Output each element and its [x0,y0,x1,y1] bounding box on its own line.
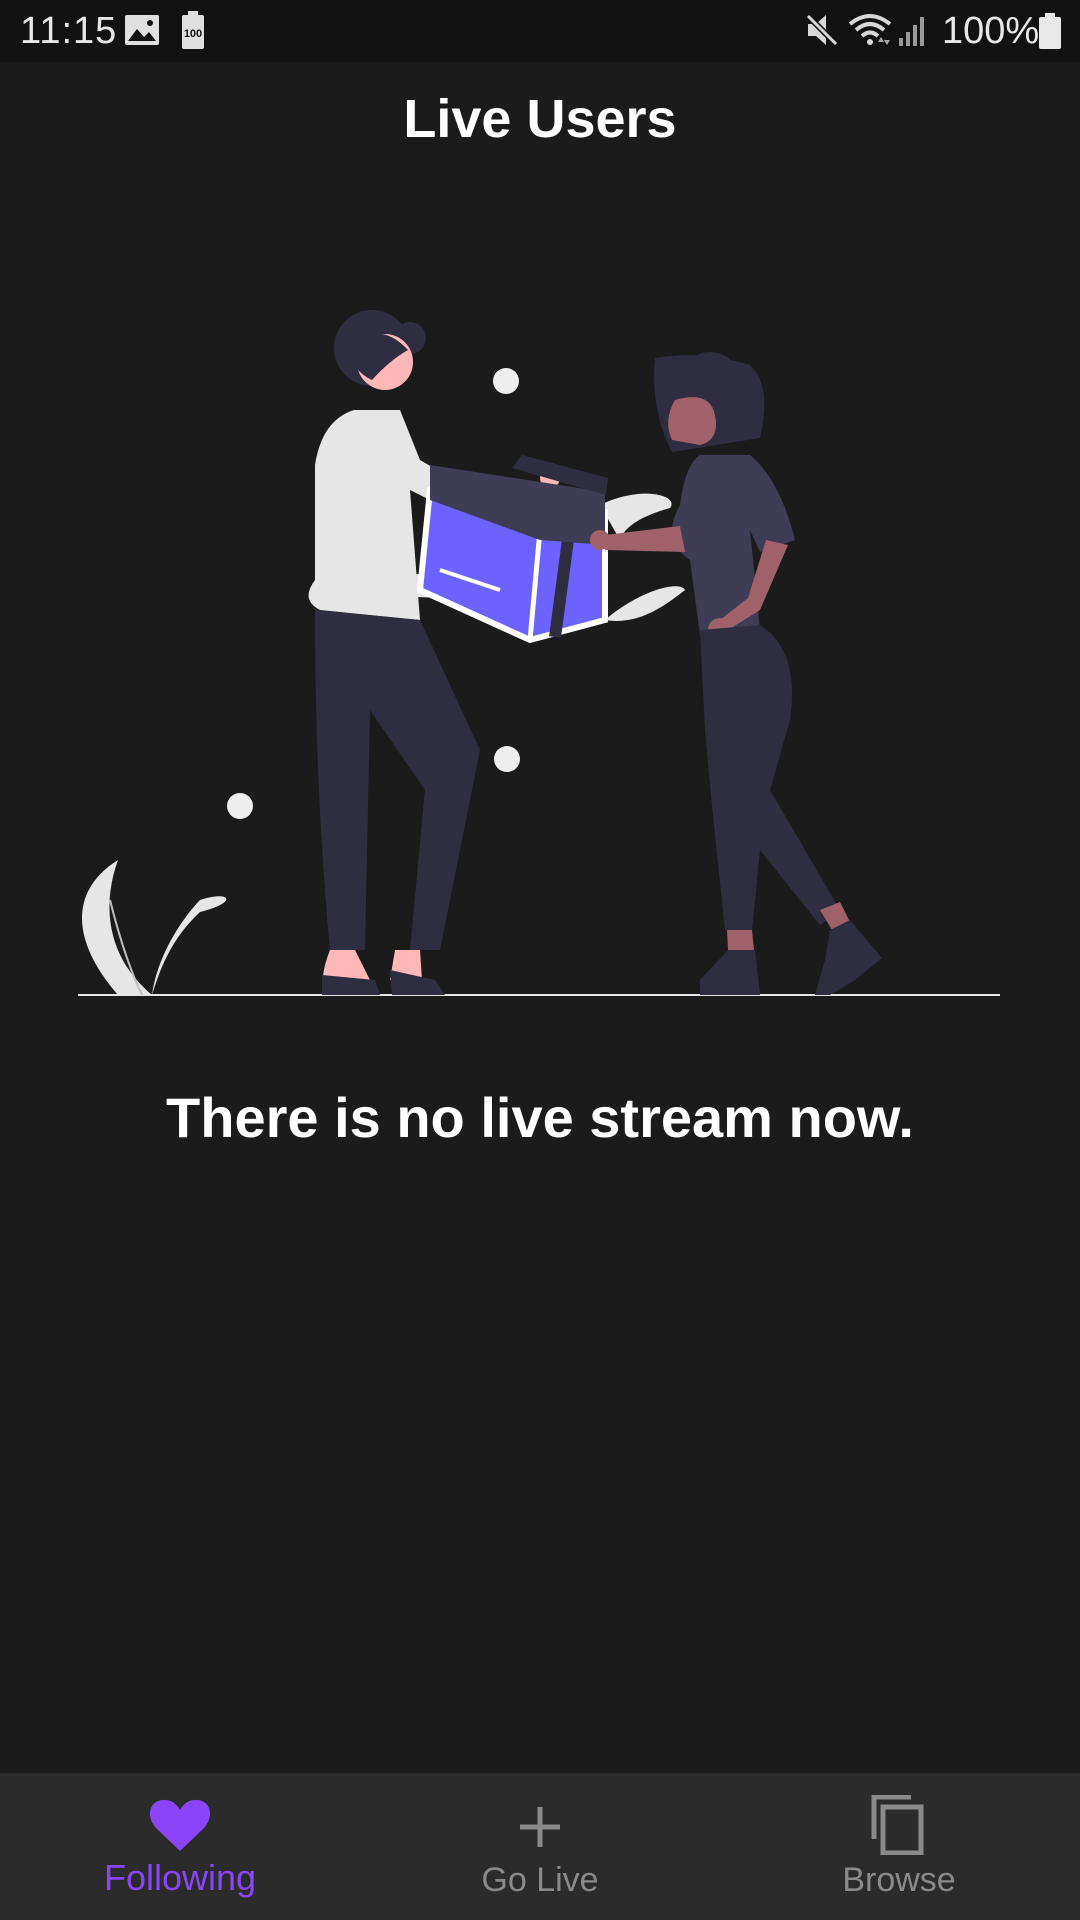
tab-go-live[interactable]: Go Live [390,1773,690,1920]
empty-state-message: There is no live stream now. [166,1086,914,1149]
battery-percent: 100% [942,10,1040,52]
gift-handover-illustration [78,310,1000,996]
bottom-nav: Following Go Live Browse [0,1773,1080,1920]
tab-go-live-label: Go Live [481,1861,599,1899]
signal-icon [899,17,924,46]
plus-icon [520,1807,560,1847]
image-icon [125,15,159,45]
mute-icon [805,13,839,47]
tab-browse[interactable]: Browse [749,1773,1049,1920]
battery-icon [1039,13,1061,49]
heart-icon [149,1799,211,1851]
status-time: 11:15 [20,10,118,52]
tab-browse-label: Browse [842,1861,956,1899]
svg-text:100: 100 [184,28,202,40]
status-bar: 11:15 100 100% [0,0,1080,62]
copy-icon [871,1795,924,1855]
tab-following-label: Following [103,1857,257,1898]
app-screen: 11:15 100 100% Live Users There is no li… [0,0,1080,1920]
page-title: Live Users [403,89,677,149]
battery-saver-icon: 100 [182,11,204,49]
wifi-icon [848,14,892,45]
tab-following[interactable]: Following [30,1773,330,1920]
